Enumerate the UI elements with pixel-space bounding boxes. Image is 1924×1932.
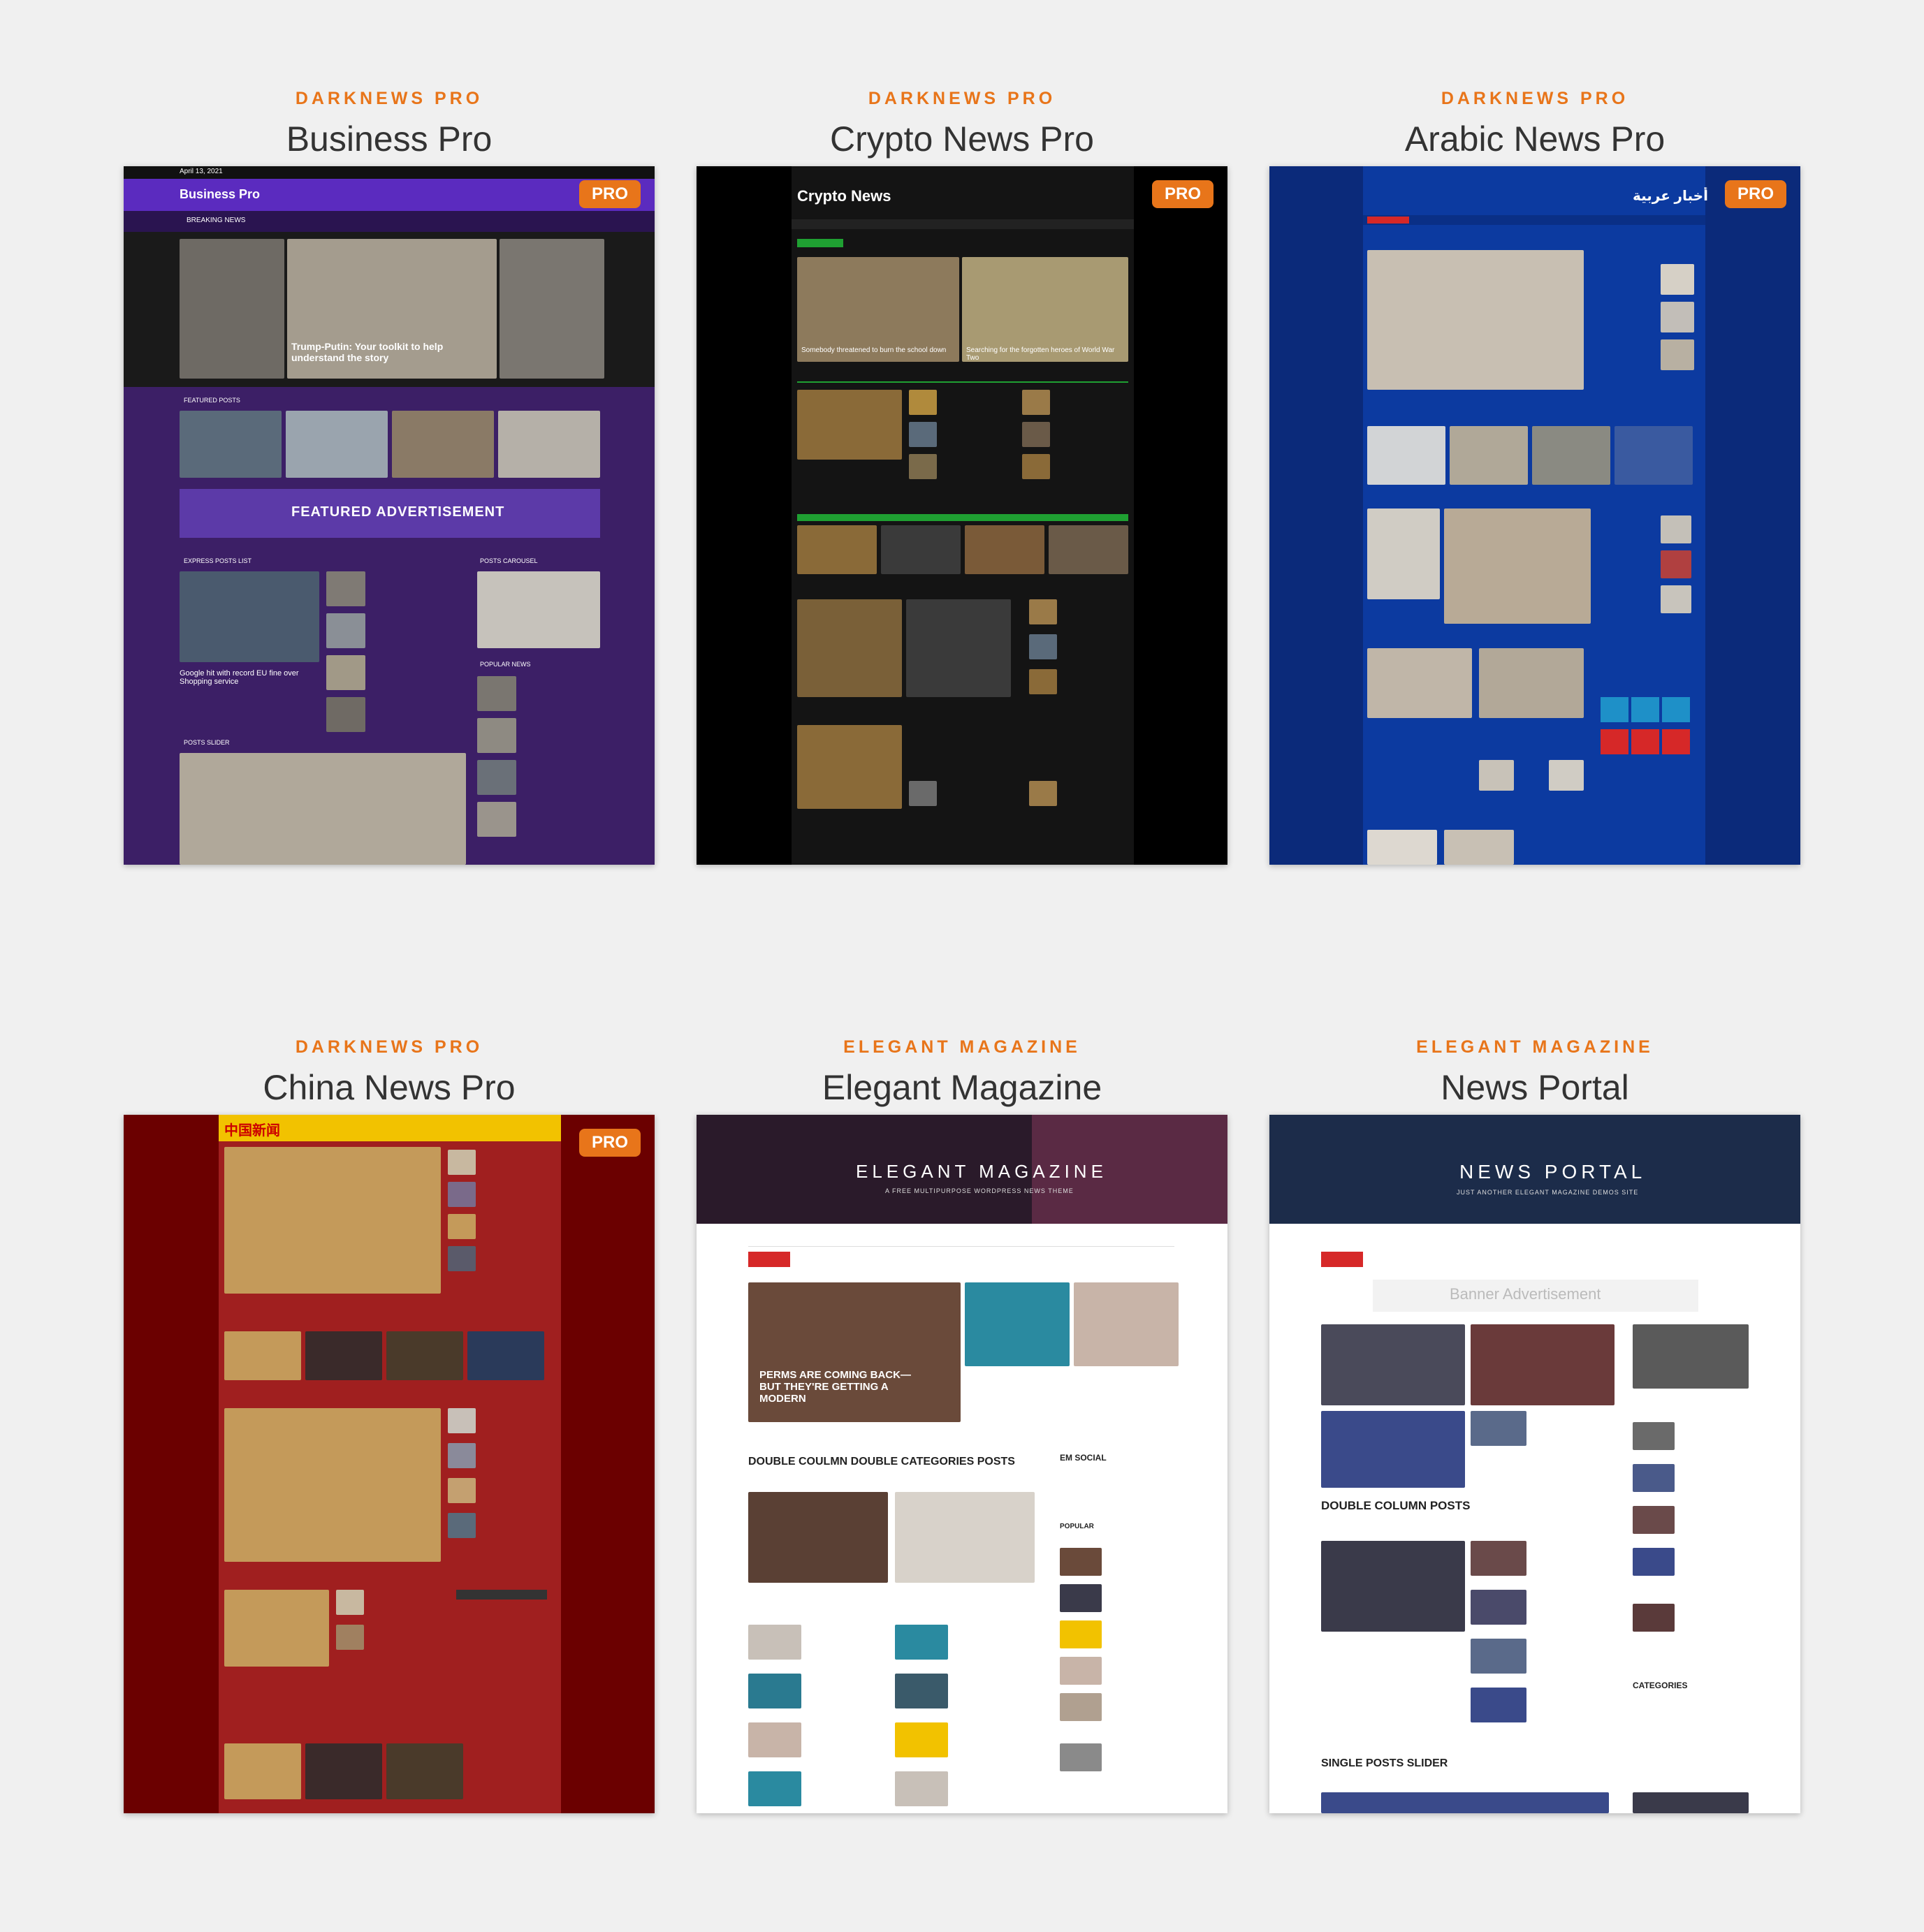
preview-headline-1: Somebody threatened to burn the school d… <box>801 346 947 354</box>
preview-tagline: JUST ANOTHER ELEGANT MAGAZINE DEMOS SITE <box>1457 1189 1639 1196</box>
theme-title[interactable]: Arabic News Pro <box>1269 115 1800 163</box>
preview-social-label: EM SOCIAL <box>1060 1453 1107 1463</box>
preview-story: Google hit with record EU fine over Shop… <box>180 669 299 686</box>
preview-express-label: EXPRESS POSTS LIST <box>184 557 252 564</box>
theme-card-news-portal[interactable]: ELEGANT MAGAZINE News Portal NEWS PORTAL… <box>1269 1035 1800 1813</box>
preview-section-title: DOUBLE COLUMN POSTS <box>1321 1499 1471 1512</box>
theme-preview-thumbnail[interactable]: PRO April 13, 2021 Business Pro BREAKING… <box>124 166 655 865</box>
preview-headline-2: Searching for the forgotten heroes of Wo… <box>966 346 1115 362</box>
theme-brand-label: DARKNEWS PRO <box>295 1037 483 1057</box>
theme-card-business-pro[interactable]: DARKNEWS PRO Business Pro PRO April 13, … <box>124 87 655 865</box>
preview-popular-label: POPULAR NEWS <box>480 661 531 668</box>
theme-card-crypto-news-pro[interactable]: DARKNEWS PRO Crypto News Pro PRO Crypto … <box>697 87 1227 865</box>
theme-preview-thumbnail[interactable]: ELEGANT MAGAZINE A FREE MULTIPURPOSE WOR… <box>697 1115 1227 1813</box>
preview-slider-label: SINGLE POSTS SLIDER <box>1321 1757 1448 1769</box>
pro-badge: PRO <box>1724 180 1786 208</box>
theme-card-elegant-magazine[interactable]: ELEGANT MAGAZINE Elegant Magazine ELEGAN… <box>697 1035 1227 1813</box>
preview-headline: PERMS ARE COMING BACK—BUT THEY'RE GETTIN… <box>759 1369 911 1405</box>
preview-slider-label: POSTS SLIDER <box>184 739 230 746</box>
theme-title[interactable]: News Portal <box>1269 1063 1800 1112</box>
theme-preview-thumbnail[interactable]: NEWS PORTAL JUST ANOTHER ELEGANT MAGAZIN… <box>1269 1115 1800 1813</box>
theme-brand-label: DARKNEWS PRO <box>1441 89 1629 108</box>
preview-banner: Banner Advertisement <box>1450 1285 1601 1303</box>
pro-badge: PRO <box>578 180 641 208</box>
theme-brand-label: DARKNEWS PRO <box>295 89 483 108</box>
theme-card-china-news-pro[interactable]: DARKNEWS PRO China News Pro PRO 中国新闻 <box>124 1035 655 1813</box>
preview-date: April 13, 2021 <box>180 168 223 175</box>
preview-banner: FEATURED ADVERTISEMENT <box>291 504 505 520</box>
preview-site-name: Crypto News <box>797 187 891 205</box>
preview-popular-label: POPULAR <box>1060 1523 1094 1530</box>
preview-site-name: 中国新闻 <box>224 1123 280 1139</box>
preview-site-name: Business Pro <box>180 187 261 201</box>
theme-preview-thumbnail[interactable]: PRO Crypto News Somebody threatened to b… <box>697 166 1227 865</box>
preview-breaking: BREAKING NEWS <box>187 217 246 224</box>
preview-tagline: A FREE MULTIPURPOSE WORDPRESS NEWS THEME <box>885 1187 1074 1194</box>
theme-brand-label: DARKNEWS PRO <box>868 89 1056 108</box>
preview-headline: Trump-Putin: Your toolkit to help unders… <box>291 341 444 363</box>
pro-badge: PRO <box>578 1129 641 1157</box>
theme-card-arabic-news-pro[interactable]: DARKNEWS PRO Arabic News Pro PRO أخبار ع… <box>1269 87 1800 865</box>
theme-title[interactable]: Crypto News Pro <box>697 115 1227 163</box>
theme-title[interactable]: Business Pro <box>124 115 655 163</box>
preview-carousel-label: POSTS CAROUSEL <box>480 557 538 564</box>
preview-categories-label: CATEGORIES <box>1633 1681 1688 1690</box>
theme-preview-thumbnail[interactable]: PRO 中国新闻 <box>124 1115 655 1813</box>
theme-brand-label: ELEGANT MAGAZINE <box>1416 1037 1654 1057</box>
pro-badge: PRO <box>1151 180 1214 208</box>
preview-section-title: DOUBLE COULMN DOUBLE CATEGORIES POSTS <box>748 1456 1015 1468</box>
preview-featured-label: FEATURED POSTS <box>184 397 240 404</box>
theme-title[interactable]: Elegant Magazine <box>697 1063 1227 1112</box>
theme-title[interactable]: China News Pro <box>124 1063 655 1112</box>
theme-brand-label: ELEGANT MAGAZINE <box>843 1037 1081 1057</box>
preview-site-name: NEWS PORTAL <box>1459 1161 1647 1183</box>
preview-site-name: ELEGANT MAGAZINE <box>856 1161 1107 1182</box>
preview-site-name: أخبار عربية <box>1633 189 1708 204</box>
theme-preview-thumbnail[interactable]: PRO أخبار عربية <box>1269 166 1800 865</box>
